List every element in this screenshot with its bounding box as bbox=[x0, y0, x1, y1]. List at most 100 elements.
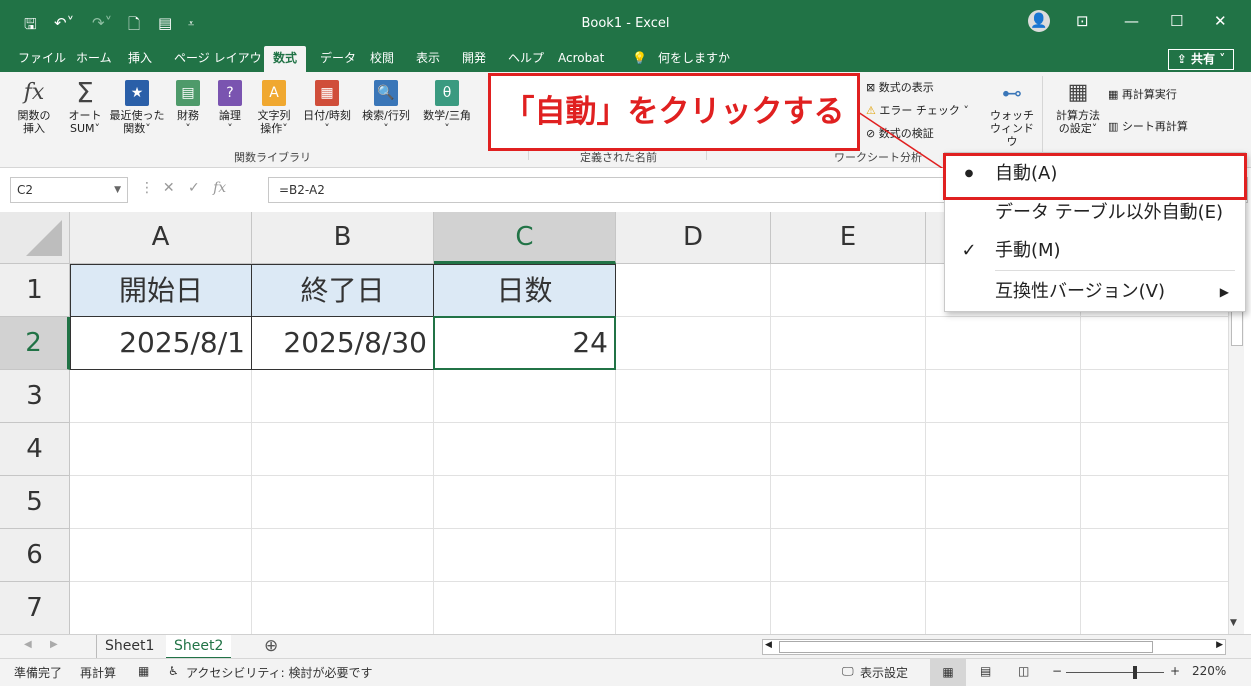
zoom-out-icon[interactable]: − bbox=[1052, 664, 1062, 678]
share-button[interactable]: ⇪ 共有 ˅ bbox=[1168, 49, 1234, 70]
row-header-4[interactable]: 4 bbox=[0, 423, 70, 476]
status-bar: 準備完了 再計算 ▦ ♿ アクセシビリティ: 検討が必要です 🖵 表示設定 ▦ … bbox=[0, 658, 1251, 686]
tab-insert[interactable]: 挿入 bbox=[126, 46, 154, 72]
autosum-button[interactable]: Σ オート SUM˅ bbox=[62, 79, 108, 136]
sheet-tab-sheet1[interactable]: Sheet1 bbox=[96, 635, 162, 659]
prev-sheet-icon[interactable]: ◀ bbox=[24, 639, 32, 650]
tab-review[interactable]: 校閲 bbox=[368, 46, 396, 72]
lookup-button[interactable]: 🔍 検索/行列 ˅ bbox=[358, 80, 414, 135]
error-check-button[interactable]: ⚠ エラー チェック ˅ bbox=[866, 102, 969, 118]
star-icon: ★ bbox=[125, 80, 149, 106]
formula-bar-icons: ⋮ ✕ ✓ fx bbox=[140, 180, 226, 196]
tab-developer[interactable]: 開発 bbox=[460, 46, 488, 72]
instruction-callout: 「自動」をクリックする bbox=[488, 73, 860, 151]
recent-functions-button[interactable]: ★ 最近使った 関数˅ bbox=[108, 80, 166, 135]
menu-item-compat-version[interactable]: 互換性バージョン(V) ▶ bbox=[945, 273, 1245, 311]
insert-function-icon[interactable]: fx bbox=[213, 180, 226, 196]
insert-function-button[interactable]: fx 関数の 挿入 bbox=[14, 80, 54, 135]
tell-me-search[interactable]: 何をしますか bbox=[656, 46, 732, 72]
tab-data[interactable]: データ bbox=[318, 46, 358, 72]
show-formulas-label: 数式の表示 bbox=[878, 81, 934, 94]
cell-b2[interactable]: 2025/8/30 bbox=[251, 316, 434, 370]
zoom-in-icon[interactable]: + bbox=[1170, 664, 1180, 678]
tab-help[interactable]: ヘルプ bbox=[506, 46, 546, 72]
select-all-button[interactable] bbox=[0, 212, 70, 264]
tab-file[interactable]: ファイル bbox=[16, 46, 68, 72]
cell-b1[interactable]: 終了日 bbox=[251, 264, 434, 317]
row-header-3[interactable]: 3 bbox=[0, 370, 70, 423]
text-icon: A bbox=[262, 80, 286, 106]
scroll-left-icon[interactable]: ◀ bbox=[765, 640, 772, 650]
page-break-view-icon[interactable]: ◫ bbox=[1018, 664, 1029, 678]
cell-a2[interactable]: 2025/8/1 bbox=[70, 316, 252, 370]
hscroll-thumb[interactable] bbox=[779, 641, 1153, 653]
add-sheet-icon[interactable]: ⊕ bbox=[264, 636, 278, 656]
cancel-icon[interactable]: ✕ bbox=[163, 180, 188, 196]
share-label: 共有 bbox=[1191, 52, 1216, 66]
text-functions-button[interactable]: A 文字列 操作˅ bbox=[254, 80, 294, 135]
cell-c1[interactable]: 日数 bbox=[433, 264, 616, 317]
ribbon-display-icon[interactable]: ⊡ bbox=[1076, 12, 1089, 30]
tab-formulas[interactable]: 数式 bbox=[264, 46, 306, 73]
row-header-2[interactable]: 2 bbox=[0, 317, 70, 370]
row-header-5[interactable]: 5 bbox=[0, 476, 70, 529]
tab-view[interactable]: 表示 bbox=[414, 46, 442, 72]
calculate-sheet-button[interactable]: ▥ シート再計算 bbox=[1108, 118, 1188, 134]
grid-line bbox=[70, 475, 1228, 476]
status-recalc[interactable]: 再計算 bbox=[80, 664, 116, 681]
date-time-button[interactable]: ▦ 日付/時刻 ˅ bbox=[298, 80, 356, 135]
sheet-tab-sheet2[interactable]: Sheet2 bbox=[166, 635, 232, 659]
column-header-c[interactable]: C bbox=[434, 212, 616, 264]
maximize-icon[interactable]: ☐ bbox=[1170, 12, 1183, 30]
horizontal-scrollbar[interactable]: ◀ ▶ bbox=[762, 639, 1226, 655]
normal-view-icon[interactable]: ▦ bbox=[930, 659, 966, 686]
date-label: 日付/時刻 bbox=[303, 109, 351, 122]
logical-button[interactable]: ? 論理 ˅ bbox=[212, 80, 248, 135]
account-avatar-icon[interactable]: 👤 bbox=[1028, 10, 1050, 32]
recent-label: 最近使った bbox=[109, 109, 165, 122]
scroll-down-icon[interactable]: ▼ bbox=[1230, 618, 1237, 628]
watch-window-button[interactable]: ⊷ ウォッチ ウィンドウ bbox=[986, 80, 1038, 148]
text-label-2: 操作 bbox=[260, 122, 283, 135]
math-trig-button[interactable]: θ 数学/三角 ˅ bbox=[418, 80, 476, 135]
share-icon: ⇪ bbox=[1176, 52, 1192, 66]
calculation-options-button[interactable]: ▦ 計算方法 の設定˅ bbox=[1050, 80, 1106, 135]
menu-item-manual[interactable]: ✓ 手動(M) bbox=[945, 232, 1245, 270]
zoom-slider[interactable] bbox=[1066, 672, 1164, 673]
calculate-now-button[interactable]: ▦ 再計算実行 bbox=[1108, 86, 1177, 102]
tab-page-layout[interactable]: ページ レイアウト bbox=[172, 46, 276, 72]
tab-acrobat[interactable]: Acrobat bbox=[556, 46, 606, 72]
evaluate-formula-button[interactable]: ⊘ 数式の検証 bbox=[866, 125, 934, 141]
display-settings[interactable]: 表示設定 bbox=[860, 664, 908, 681]
calc-now-icon: ▦ bbox=[1108, 88, 1122, 101]
name-box[interactable]: C2 ▼ bbox=[10, 177, 128, 203]
close-icon[interactable]: ✕ bbox=[1214, 12, 1227, 30]
sheet-tab-bar: ◀ ▶ Sheet1 Sheet2 ⊕ ◀ ▶ bbox=[0, 634, 1251, 659]
column-header-d[interactable]: D bbox=[616, 212, 771, 264]
macro-record-icon[interactable]: ▦ bbox=[138, 664, 149, 678]
separator bbox=[1042, 76, 1043, 162]
scroll-thumb[interactable] bbox=[1231, 310, 1243, 346]
column-header-a[interactable]: A bbox=[70, 212, 252, 264]
zoom-slider-thumb[interactable] bbox=[1133, 666, 1137, 679]
row-header-6[interactable]: 6 bbox=[0, 529, 70, 582]
window-title: Book1 - Excel bbox=[581, 16, 670, 31]
confirm-icon[interactable]: ✓ bbox=[188, 180, 213, 196]
column-header-e[interactable]: E bbox=[771, 212, 926, 264]
page-layout-view-icon[interactable]: ▤ bbox=[980, 664, 991, 678]
cell-c2-selected[interactable]: 24 bbox=[433, 316, 616, 370]
row-header-1[interactable]: 1 bbox=[0, 264, 70, 317]
next-sheet-icon[interactable]: ▶ bbox=[50, 639, 58, 650]
calc-options-label: 計算方法 bbox=[1056, 109, 1100, 122]
row-header-7[interactable]: 7 bbox=[0, 582, 70, 634]
tab-home[interactable]: ホーム bbox=[74, 46, 114, 72]
select-all-icon bbox=[26, 220, 62, 256]
scroll-right-icon[interactable]: ▶ bbox=[1216, 640, 1223, 650]
minimize-icon[interactable]: — bbox=[1124, 12, 1139, 30]
column-header-b[interactable]: B bbox=[252, 212, 434, 264]
financial-button[interactable]: ▤ 財務 ˅ bbox=[170, 80, 206, 135]
cell-a1[interactable]: 開始日 bbox=[70, 264, 252, 317]
zoom-level[interactable]: 220% bbox=[1192, 664, 1226, 678]
accessibility-status[interactable]: アクセシビリティ: 検討が必要です bbox=[186, 664, 373, 681]
show-formulas-button[interactable]: ⊠ 数式の表示 bbox=[866, 79, 934, 95]
